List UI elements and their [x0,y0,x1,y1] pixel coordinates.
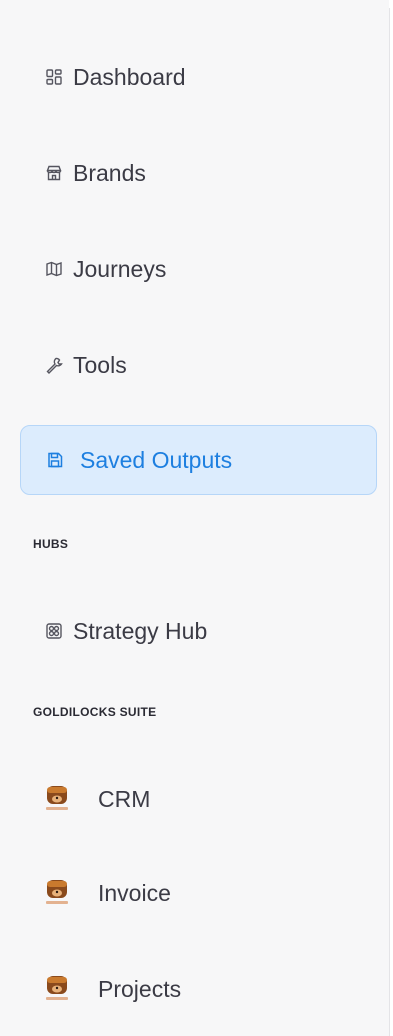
section-label-hubs: HUBS [33,537,69,551]
nav-label: Journeys [73,255,167,282]
store-icon [45,164,63,182]
wrench-icon [45,356,63,374]
nav-item-journeys[interactable]: Journeys [20,234,377,304]
dashboard-icon [45,68,63,86]
suite-item-crm[interactable]: CRM [20,764,377,834]
goldilocks-logo-icon [44,974,70,1004]
goldilocks-logo-icon [44,784,70,814]
nav-label: Brands [73,159,146,186]
nav-item-strategy-hub[interactable]: Strategy Hub [20,596,377,666]
nav-label: Saved Outputs [80,446,233,473]
nav-item-tools[interactable]: Tools [20,330,377,400]
suite-label: CRM [98,785,151,812]
nav-item-dashboard[interactable]: Dashboard [20,42,377,112]
goldilocks-logo-icon [44,878,70,908]
suite-label: Projects [98,975,182,1002]
sidebar: Dashboard Brands Journeys Tools Saved Ou… [0,0,389,1036]
sidebar-divider [389,8,390,1036]
nav-label: Dashboard [73,63,186,90]
section-label-goldilocks-suite: GOLDILOCKS SUITE [33,705,157,719]
nav-label: Tools [73,351,127,378]
nav-item-brands[interactable]: Brands [20,138,377,208]
suite-item-projects[interactable]: Projects [20,954,377,1024]
suite-item-invoice[interactable]: Invoice [20,858,377,928]
strategy-icon [45,622,63,640]
nav-item-saved-outputs[interactable]: Saved Outputs [20,425,377,495]
suite-label: Invoice [98,879,171,906]
map-icon [45,260,63,278]
save-icon [46,451,64,469]
nav-label: Strategy Hub [73,617,208,644]
